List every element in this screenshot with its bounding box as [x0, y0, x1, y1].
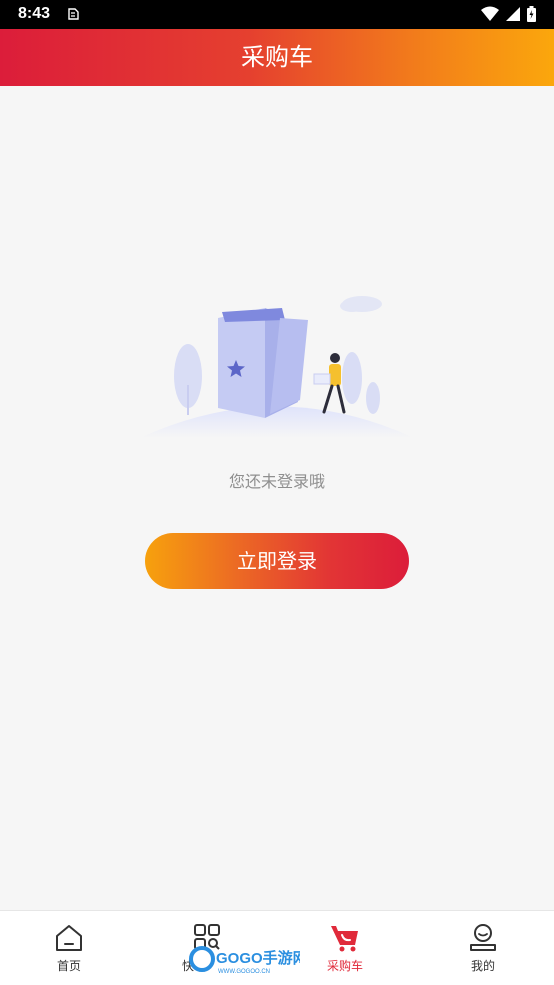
empty-state-illustration — [130, 290, 424, 450]
wifi-icon — [481, 6, 499, 26]
page-title: 采购车 — [241, 43, 313, 71]
home-icon — [54, 923, 84, 957]
svg-text:WWW.GOGOO.CN: WWW.GOGOO.CN — [218, 969, 270, 975]
signal-icon — [505, 6, 521, 26]
tab-profile[interactable]: 我的 — [414, 911, 552, 985]
notification-icon — [66, 6, 80, 25]
battery-icon — [527, 6, 536, 26]
status-bar: 8:43 — [0, 0, 554, 29]
empty-state-message: 您还未登录哦 — [228, 472, 325, 491]
tab-home[interactable]: 首页 — [0, 911, 138, 985]
svg-text:GOGO手游网: GOGO手游网 — [216, 949, 300, 967]
login-button[interactable]: 立即登录 — [145, 533, 409, 589]
tab-home-label: 首页 — [56, 959, 81, 973]
profile-icon — [468, 923, 498, 957]
header-bar: 采购车 — [0, 29, 554, 86]
cart-icon — [329, 923, 361, 957]
watermark-logo: GOGO手游网 WWW.GOGOO.CN — [188, 942, 308, 980]
status-time: 8:43 — [18, 5, 51, 22]
status-icons — [481, 6, 536, 26]
tab-profile-label: 我的 — [470, 959, 495, 973]
